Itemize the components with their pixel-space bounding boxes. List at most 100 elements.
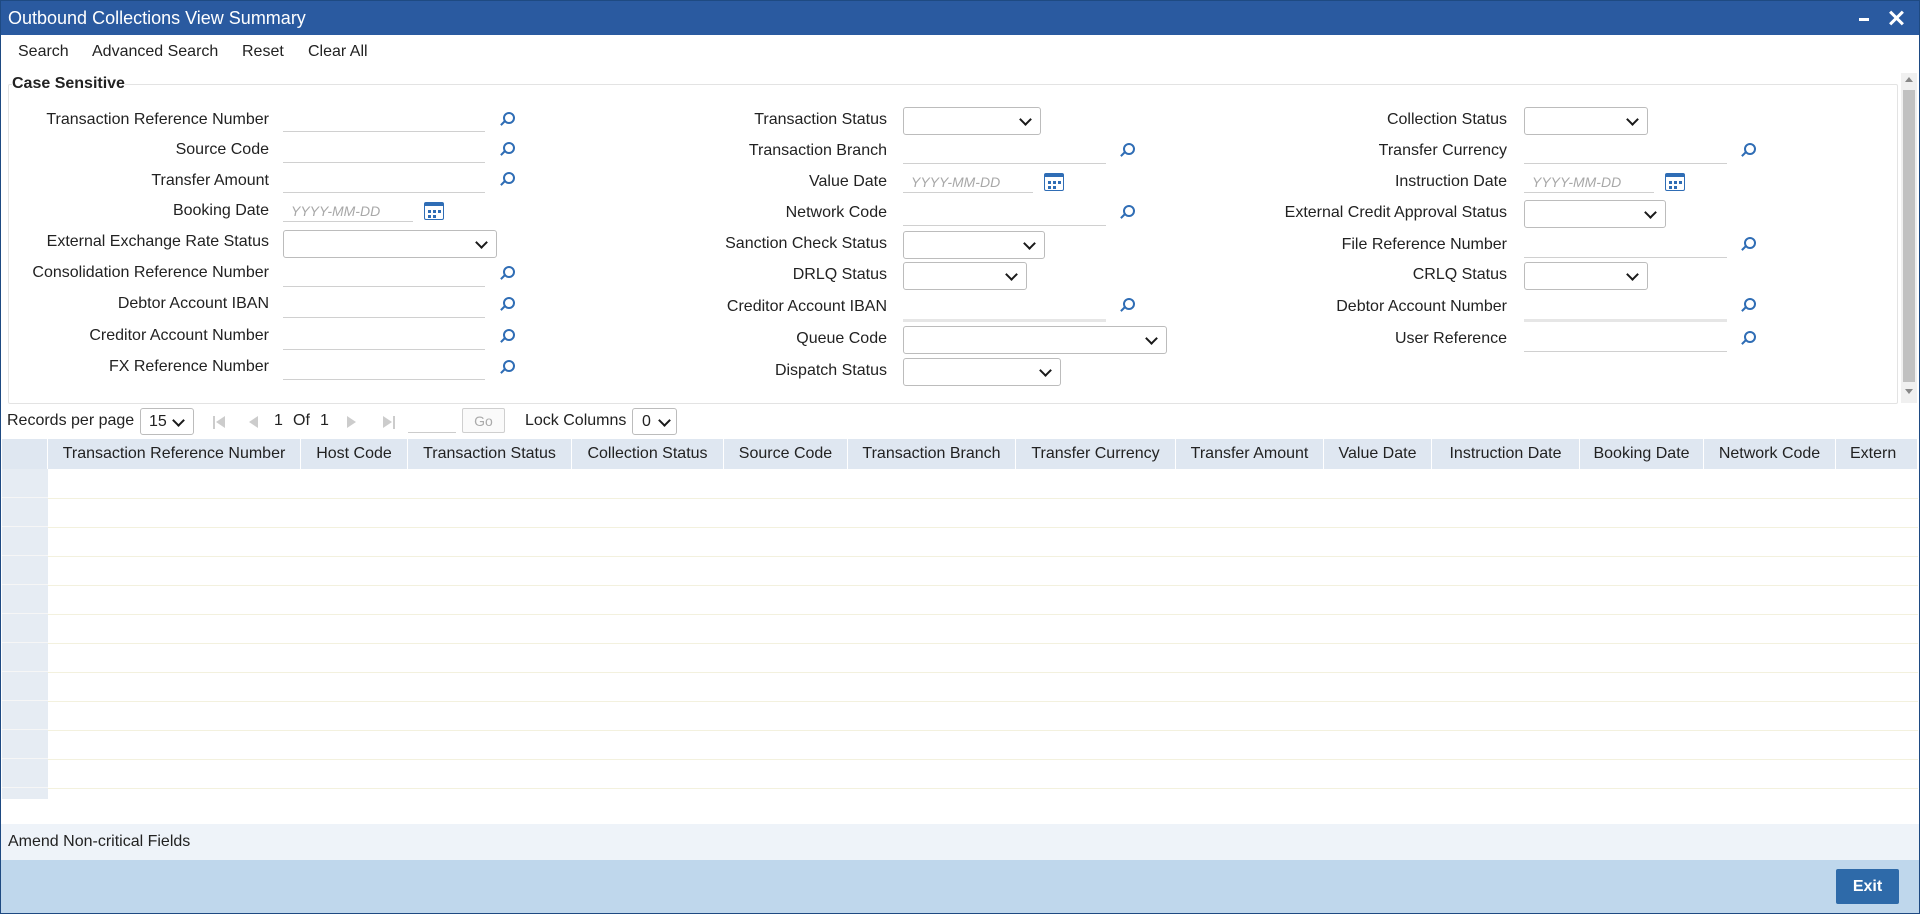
advanced-search-button[interactable]: Advanced Search (92, 43, 218, 61)
source-code-input[interactable] (283, 140, 485, 163)
crlq-status-select[interactable] (1524, 262, 1648, 290)
external-credit-approval-status-select[interactable] (1524, 200, 1666, 228)
transaction-status-select[interactable] (903, 107, 1041, 135)
transaction-reference-number-input[interactable] (283, 109, 485, 132)
table-row[interactable] (48, 672, 1918, 702)
debtor-account-iban-input[interactable] (283, 295, 485, 318)
records-per-page-select[interactable]: 15 (140, 408, 194, 435)
search-icon[interactable] (1740, 143, 1756, 158)
search-icon[interactable] (1119, 143, 1135, 158)
search-button[interactable]: Search (18, 43, 69, 61)
search-icon[interactable] (1740, 298, 1756, 313)
scrollbar-thumb[interactable] (1903, 90, 1915, 382)
row-selector[interactable] (2, 469, 48, 498)
search-icon[interactable] (1740, 237, 1756, 252)
row-selector[interactable] (2, 498, 48, 527)
column-header[interactable]: Extern (1836, 439, 1918, 469)
transfer-currency-input[interactable] (1524, 141, 1727, 164)
select-all-column[interactable] (2, 439, 48, 469)
table-row[interactable] (48, 643, 1918, 673)
transaction-branch-input[interactable] (903, 141, 1106, 164)
table-row[interactable] (48, 614, 1918, 644)
column-header[interactable]: Host Code (301, 439, 408, 469)
calendar-icon[interactable] (424, 202, 444, 220)
column-header[interactable]: Transaction Branch (848, 439, 1016, 469)
go-button[interactable]: Go (462, 408, 505, 433)
column-header[interactable]: Transfer Amount (1176, 439, 1324, 469)
search-icon[interactable] (1119, 298, 1135, 313)
user-reference-input[interactable] (1524, 329, 1727, 352)
table-row[interactable] (48, 469, 1918, 499)
instruction-date-input[interactable]: YYYY-MM-DD (1524, 171, 1654, 193)
table-row[interactable] (48, 759, 1918, 789)
column-header[interactable]: Instruction Date (1432, 439, 1580, 469)
scroll-down-icon[interactable] (1905, 389, 1913, 394)
search-icon[interactable] (499, 360, 515, 375)
table-row[interactable] (48, 556, 1918, 586)
creditor-account-iban-input[interactable] (903, 297, 1106, 322)
search-icon[interactable] (499, 266, 515, 281)
table-row[interactable] (48, 701, 1918, 731)
chevron-down-icon (1019, 113, 1032, 126)
row-selector[interactable] (2, 527, 48, 556)
next-page-icon[interactable] (347, 416, 356, 428)
search-icon[interactable] (499, 329, 515, 344)
search-icon[interactable] (499, 142, 515, 157)
row-selector[interactable] (2, 759, 48, 788)
column-header[interactable]: Transfer Currency (1016, 439, 1176, 469)
search-icon[interactable] (499, 297, 515, 312)
search-icon[interactable] (1119, 205, 1135, 220)
row-selector[interactable] (2, 730, 48, 759)
table-row[interactable] (48, 527, 1918, 557)
consolidation-reference-number-input[interactable] (283, 264, 485, 287)
table-row[interactable] (48, 498, 1918, 528)
debtor-account-number-input[interactable] (1524, 297, 1727, 322)
reset-button[interactable]: Reset (242, 43, 284, 61)
booking-date-input[interactable]: YYYY-MM-DD (283, 200, 413, 222)
column-header[interactable]: Source Code (724, 439, 848, 469)
calendar-icon[interactable] (1665, 173, 1685, 191)
row-selector[interactable] (2, 701, 48, 730)
row-selector[interactable] (2, 672, 48, 701)
exit-button[interactable]: Exit (1836, 869, 1899, 904)
clear-all-button[interactable]: Clear All (308, 43, 368, 61)
row-selector[interactable] (2, 643, 48, 672)
dispatch-status-select[interactable] (903, 358, 1061, 386)
queue-code-select[interactable] (903, 326, 1167, 354)
table-row[interactable] (48, 585, 1918, 615)
amend-non-critical-fields-link[interactable]: Amend Non-critical Fields (8, 833, 190, 851)
sanction-check-status-select[interactable] (903, 231, 1045, 259)
go-to-page-input[interactable] (408, 432, 456, 433)
creditor-account-number-input[interactable] (283, 327, 485, 350)
row-selector[interactable] (2, 585, 48, 614)
value-date-input[interactable]: YYYY-MM-DD (903, 171, 1033, 193)
column-header[interactable]: Booking Date (1580, 439, 1704, 469)
column-header[interactable]: Collection Status (572, 439, 724, 469)
previous-page-icon[interactable] (249, 416, 258, 428)
calendar-icon[interactable] (1044, 173, 1064, 191)
criteria-scrollbar[interactable] (1901, 73, 1917, 403)
column-header[interactable]: Value Date (1324, 439, 1432, 469)
search-icon[interactable] (499, 172, 515, 187)
minimize-icon[interactable] (1853, 7, 1875, 29)
row-selector[interactable] (2, 556, 48, 585)
search-icon[interactable] (499, 112, 515, 127)
transfer-amount-input[interactable] (283, 170, 485, 193)
table-row[interactable] (48, 730, 1918, 760)
column-header[interactable]: Transaction Reference Number (48, 439, 301, 469)
scroll-up-icon[interactable] (1905, 77, 1913, 82)
row-selector[interactable] (2, 614, 48, 643)
column-header[interactable]: Network Code (1704, 439, 1836, 469)
external-exchange-rate-status-select[interactable] (283, 230, 497, 258)
search-icon[interactable] (1740, 331, 1756, 346)
drlq-status-select[interactable] (903, 262, 1027, 290)
network-code-input[interactable] (903, 203, 1106, 226)
column-header[interactable]: Transaction Status (408, 439, 572, 469)
last-page-icon[interactable] (383, 416, 395, 429)
collection-status-select[interactable] (1524, 107, 1648, 135)
lock-columns-select[interactable]: 0 (632, 408, 677, 435)
first-page-icon[interactable] (213, 416, 225, 429)
file-reference-number-input[interactable] (1524, 235, 1727, 258)
fx-reference-number-input[interactable] (283, 357, 485, 380)
close-icon[interactable] (1885, 7, 1907, 29)
